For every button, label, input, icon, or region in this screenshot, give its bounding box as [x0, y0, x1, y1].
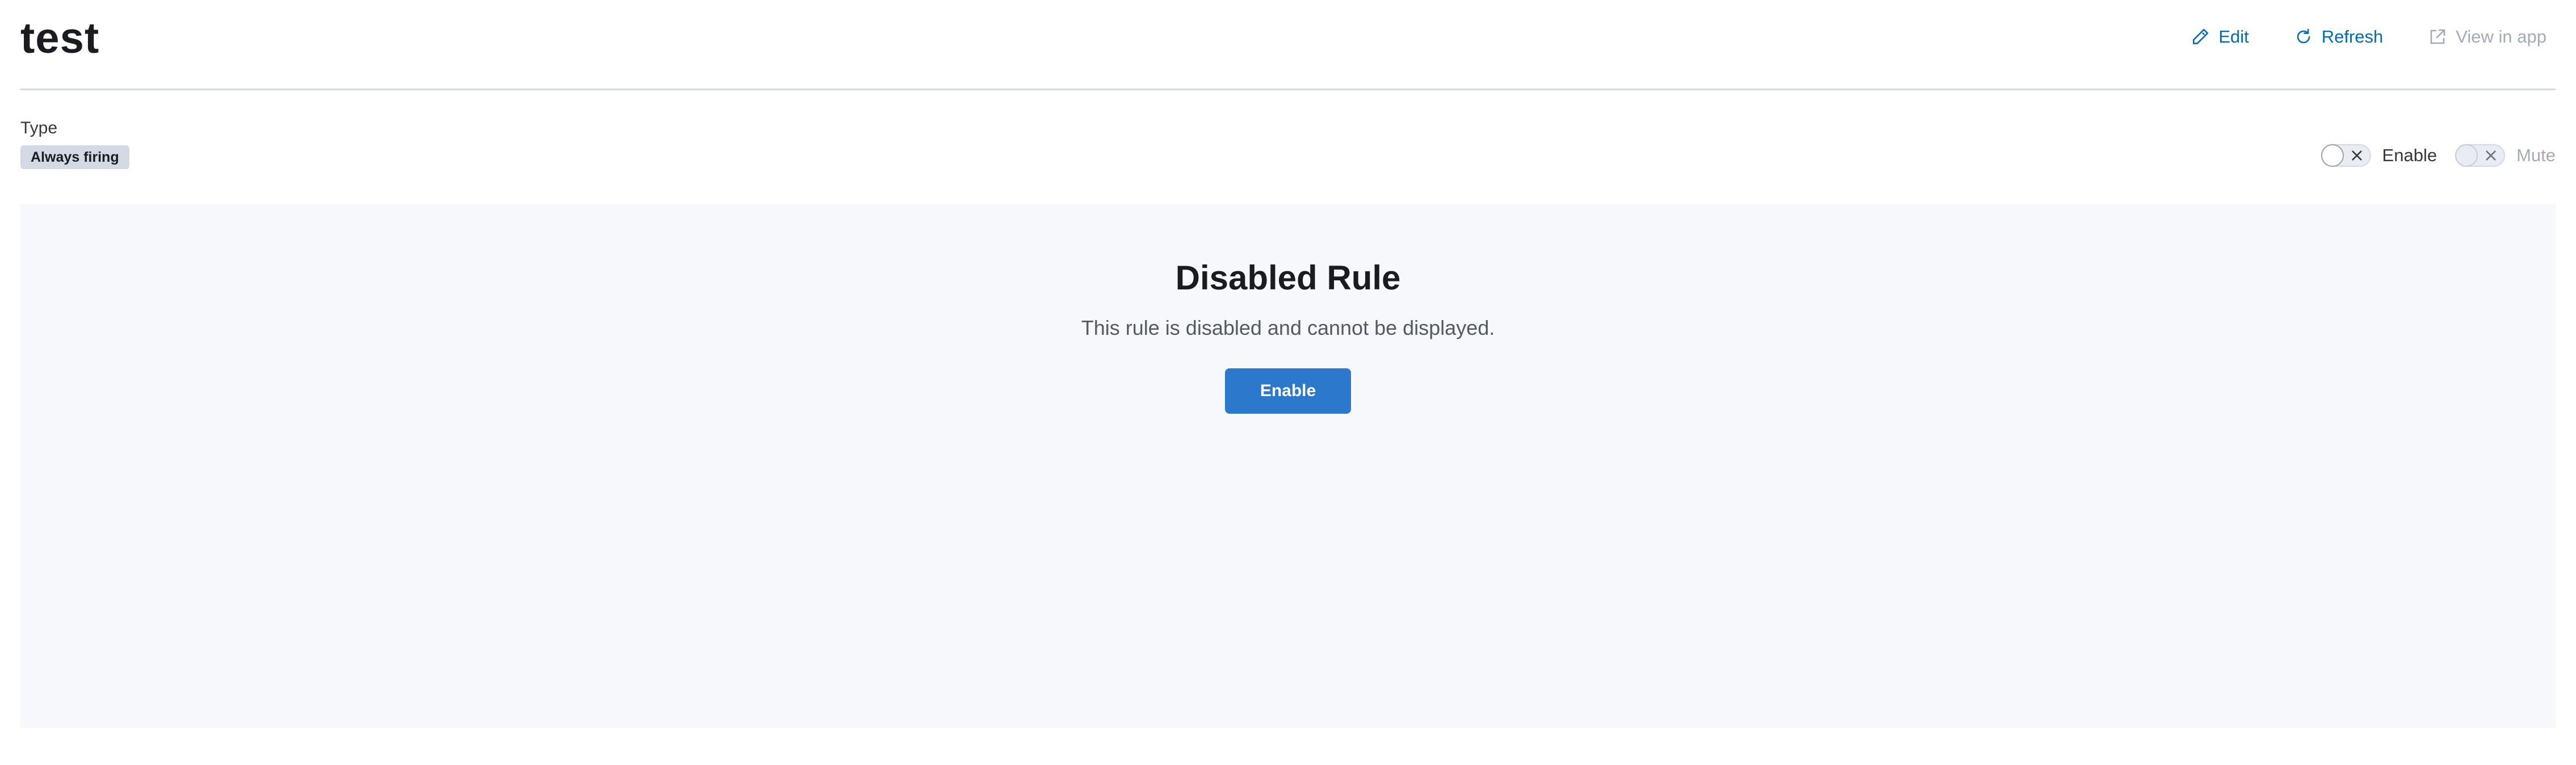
refresh-icon — [2297, 28, 2310, 44]
enable-switch-track[interactable] — [2321, 144, 2371, 167]
header-actions: Edit Refresh View in app — [2155, 23, 2556, 51]
page-title: test — [20, 14, 100, 62]
page-header: test Edit Refresh View in app — [20, 0, 2556, 90]
enable-rule-button[interactable]: Enable — [1225, 368, 1351, 414]
edit-button[interactable]: Edit — [2182, 23, 2258, 51]
rule-details-page: test Edit Refresh View in app Type Alway… — [0, 0, 2576, 765]
refresh-button[interactable]: Refresh — [2285, 23, 2393, 51]
cross-icon — [2351, 150, 2362, 161]
view-in-app-button[interactable]: View in app — [2419, 23, 2556, 51]
disabled-rule-panel: Disabled Rule This rule is disabled and … — [20, 204, 2556, 728]
edit-button-label: Edit — [2218, 27, 2249, 47]
rule-type-badge: Always firing — [20, 145, 129, 169]
rule-type-label: Type — [20, 119, 58, 137]
enable-switch[interactable]: Enable — [2321, 144, 2437, 167]
mute-switch-label: Mute — [2516, 145, 2556, 165]
empty-state-title: Disabled Rule — [1175, 259, 1401, 297]
mute-switch-knob — [2455, 144, 2478, 167]
enable-switch-label: Enable — [2382, 145, 2437, 165]
external-link-icon — [2430, 29, 2445, 44]
enable-switch-knob — [2321, 144, 2344, 167]
view-in-app-button-label: View in app — [2456, 27, 2546, 47]
rule-switches: Enable Mute — [2321, 143, 2556, 168]
cross-icon — [2486, 150, 2496, 161]
refresh-button-label: Refresh — [2321, 27, 2384, 47]
empty-state-body: This rule is disabled and cannot be disp… — [1081, 316, 1495, 339]
mute-switch-track[interactable] — [2455, 144, 2506, 167]
mute-switch[interactable]: Mute — [2455, 144, 2556, 167]
pencil-icon — [2193, 28, 2209, 44]
rule-type: Type Always firing — [20, 117, 129, 169]
